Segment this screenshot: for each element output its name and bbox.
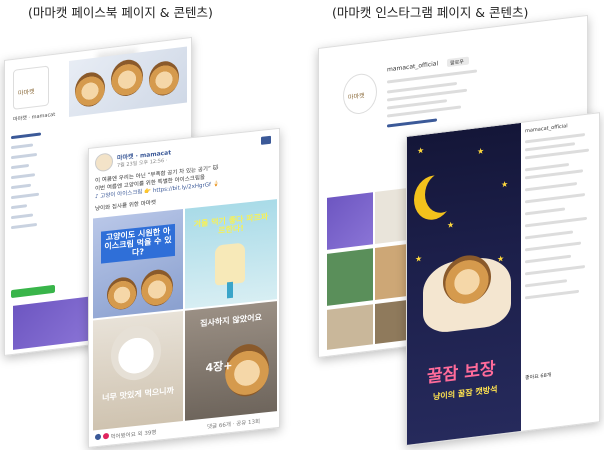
heart-icon — [102, 432, 109, 440]
tile-caption: 너무 맛있게 먹으니까 — [102, 385, 174, 403]
grid-tile-1[interactable]: 고양이도 시원한 아이스크림 먹을 수 있다? — [93, 209, 183, 319]
avatar-logo-text: 마마캣 — [348, 92, 365, 102]
post-subline: 냥이의 꿀잠 캣방석 — [433, 384, 498, 402]
grid-tile-3[interactable]: 너무 맛있게 먹으니까 — [93, 311, 183, 431]
post-photo[interactable]: ★ ★ ★ ★ ★ ★ 꿀잠 보장 냥이의 꿀잠 캣방석 — [407, 122, 521, 446]
post-headline: 꿀잠 보장 — [427, 359, 496, 388]
grid-tile-4[interactable]: 집사하지 않았어요 4장+ — [185, 301, 277, 421]
moon-icon — [425, 170, 459, 214]
facebook-caption: (마마캣 페이스북 페이지 & 콘텐츠) — [28, 5, 213, 20]
likes-count[interactable]: 좋아요 68개 — [525, 371, 551, 381]
ice-cream-stick — [227, 281, 233, 299]
tile-caption: 고양이도 시원한 아이스크림 먹을 수 있다? — [101, 223, 175, 264]
post-author-avatar — [95, 152, 113, 173]
star-icon: ★ — [415, 254, 423, 264]
profile-handle: mamacat_official — [387, 60, 439, 74]
page-cover-photo — [69, 46, 187, 118]
ice-cream-image — [215, 242, 245, 286]
page-sidebar-menu — [11, 124, 65, 230]
cat-face-image — [75, 70, 105, 109]
post-reactions[interactable]: 먹어봤어요 외 39명 — [95, 428, 156, 442]
cat-image — [107, 275, 137, 312]
instagram-caption: (마마캣 인스타그램 페이지 & 콘텐츠) — [332, 5, 529, 20]
post-thumbnail — [13, 296, 93, 350]
reactions-count: 먹어봤어요 외 39명 — [110, 429, 157, 441]
instagram-post-mockup: ★ ★ ★ ★ ★ ★ 꿀잠 보장 냥이의 꿀잠 캣방석 mamacat_off… — [406, 112, 600, 446]
profile-avatar: 마마캣 — [343, 71, 377, 116]
like-icon — [95, 433, 101, 441]
star-icon: ★ — [447, 220, 455, 230]
facebook-post-mockup: 마마캣 · mamacat 7월 23일 오후 12:56 · 이 여름엔 우리… — [88, 127, 280, 449]
grid-tile-2[interactable]: 겨울 먹기 좋다 파르파르한다! — [185, 199, 277, 309]
cat-face-image — [149, 59, 179, 98]
grid-thumbnail[interactable] — [327, 192, 373, 250]
cat-image — [141, 268, 173, 308]
post-comment-share-count[interactable]: 댓글 66개 · 공유 13회 — [207, 417, 260, 431]
page-profile-line: 마마캣 · mamacat — [13, 111, 56, 123]
tile-caption: 집사하지 않았어요 — [200, 312, 262, 329]
page-avatar: 마마캣 — [13, 65, 49, 110]
tile-caption: 겨울 먹기 좋다 파르파르한다! — [193, 212, 269, 236]
avatar-logo-text: 마마캣 — [18, 88, 35, 98]
white-cat-image — [111, 323, 161, 383]
grid-thumbnail[interactable] — [327, 248, 373, 306]
star-icon: ★ — [501, 179, 509, 190]
star-icon: ★ — [417, 145, 425, 156]
follow-button[interactable]: 팔로우 — [447, 56, 469, 68]
expand-icon[interactable] — [261, 135, 271, 145]
star-icon: ★ — [477, 146, 485, 157]
cat-face-image — [111, 57, 143, 98]
follow-label: 팔로우 — [450, 59, 464, 67]
page-action-button[interactable] — [11, 284, 55, 299]
comment-username[interactable]: mamacat_official — [525, 123, 568, 134]
post-body-line: 냥이와 집사를 위한 마마캣 — [95, 199, 156, 213]
grid-thumbnail[interactable] — [327, 304, 373, 350]
post-comment-panel: mamacat_official 좋아요 68개 — [525, 119, 599, 381]
post-image-grid[interactable]: 고양이도 시원한 아이스크림 먹을 수 있다? 겨울 먹기 좋다 파르파르한다!… — [93, 199, 277, 431]
